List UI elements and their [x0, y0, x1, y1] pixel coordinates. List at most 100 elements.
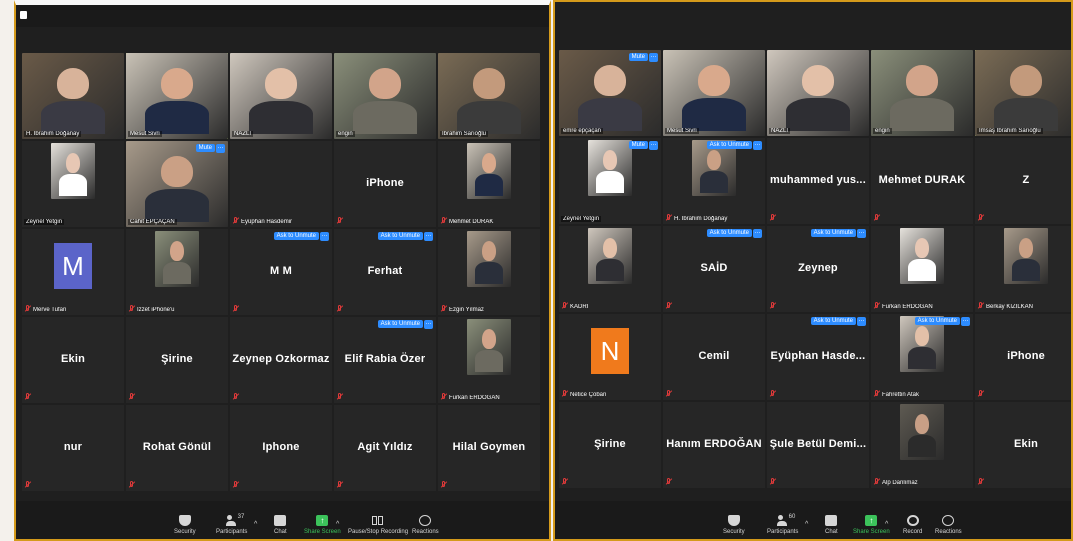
- participant-tile[interactable]: Cemil: [663, 314, 765, 400]
- ask-to-unmute-button[interactable]: Ask to Unmute: [706, 229, 752, 237]
- participant-tile[interactable]: Agit Yıldız: [334, 405, 436, 491]
- participant-display-name: Şirine: [161, 352, 193, 365]
- ask-to-unmute-button[interactable]: Ask to Unmute: [810, 229, 856, 237]
- ask-to-unmute-button[interactable]: Ask to Unmute: [914, 317, 960, 325]
- participant-tile[interactable]: Furkan ERDOĞAN: [871, 226, 973, 312]
- more-options-icon[interactable]: …: [753, 229, 762, 238]
- participant-tile[interactable]: Eyüphan Hasde... Ask to Unmute…: [767, 314, 869, 400]
- participant-tile[interactable]: İbrahim Sarıoğlu: [438, 53, 540, 139]
- more-options-icon[interactable]: …: [320, 232, 329, 241]
- participant-tile[interactable]: Zeynep Ozkormaz: [230, 317, 332, 403]
- participant-tile[interactable]: Rohat Gönül: [126, 405, 228, 491]
- participant-tile[interactable]: Ekin: [975, 402, 1071, 488]
- participant-tile[interactable]: Iphone: [230, 405, 332, 491]
- participant-name-label: İbrahim Sarıoğlu: [440, 131, 489, 137]
- participants-button[interactable]: 37 Participants: [216, 514, 247, 535]
- participant-video: [588, 228, 632, 284]
- more-options-icon[interactable]: …: [424, 320, 433, 329]
- security-button[interactable]: Security: [723, 515, 745, 535]
- chat-button[interactable]: Chat: [825, 515, 838, 535]
- muted-microphone-icon: [770, 302, 776, 309]
- participant-tile[interactable]: Ferhat Ask to Unmute…: [334, 229, 436, 315]
- muted-microphone-icon: [770, 390, 776, 397]
- participant-tile[interactable]: Z: [975, 138, 1071, 224]
- participants-icon: 37: [225, 514, 244, 526]
- participant-tile[interactable]: Mehmet DURAK: [438, 141, 540, 227]
- participant-tile[interactable]: N Netice Çoban: [559, 314, 661, 400]
- participant-tile[interactable]: Zeynel Yetgin: [22, 141, 124, 227]
- participant-tile[interactable]: Mehmet DURAK: [871, 138, 973, 224]
- participant-tile[interactable]: M M Ask to Unmute…: [230, 229, 332, 315]
- participant-name-label: emre epçaçan: [561, 128, 604, 134]
- participant-tile[interactable]: Şirine: [126, 317, 228, 403]
- participant-tile[interactable]: Mesut Sivri: [663, 50, 765, 136]
- participant-tile[interactable]: Hilal Goymen: [438, 405, 540, 491]
- muted-microphone-icon: [25, 481, 31, 488]
- participant-video: [126, 53, 228, 139]
- participant-tile[interactable]: Ezgin Yılmaz: [438, 229, 540, 315]
- participant-tile[interactable]: Şule Betül Demi...: [767, 402, 869, 488]
- participant-tile[interactable]: Hanım ERDOĞAN: [663, 402, 765, 488]
- pause-stop-recording-button[interactable]: Pause/Stop Recording: [348, 515, 408, 535]
- participant-name-label: NAZLI: [232, 131, 254, 137]
- more-options-icon[interactable]: …: [649, 141, 658, 150]
- participant-tile[interactable]: M Merve Tufan: [22, 229, 124, 315]
- participant-tile[interactable]: H. İbrahim Doğanay Ask to Unmute…: [663, 138, 765, 224]
- participant-tile[interactable]: Ekin: [22, 317, 124, 403]
- ask-to-unmute-button[interactable]: Ask to Unmute: [377, 320, 423, 328]
- participant-tile[interactable]: SAİD Ask to Unmute…: [663, 226, 765, 312]
- participant-tile[interactable]: Zeynep Ask to Unmute…: [767, 226, 869, 312]
- participant-tile[interactable]: engin: [334, 53, 436, 139]
- security-button[interactable]: Security: [174, 515, 196, 535]
- reactions-button[interactable]: Reactions: [935, 515, 962, 535]
- participant-tile[interactable]: Elif Rabia Özer Ask to Unmute…: [334, 317, 436, 403]
- participants-count: 37: [237, 514, 245, 520]
- more-options-icon[interactable]: …: [857, 229, 866, 238]
- participant-tile[interactable]: Fahrettin Atak Ask to Unmute…: [871, 314, 973, 400]
- participant-tile[interactable]: Eyüphan Hasdemir: [230, 141, 332, 227]
- participant-tile[interactable]: muhammed yus...: [767, 138, 869, 224]
- participant-tile[interactable]: KADRİ: [559, 226, 661, 312]
- gallery-grid-left: H. İbrahim Doğanay Mesut Sivri NAZLI engin İ…: [22, 53, 540, 491]
- more-options-icon[interactable]: …: [649, 53, 658, 62]
- more-options-icon[interactable]: …: [857, 317, 866, 326]
- participant-tile[interactable]: İzzet iPhone'u: [126, 229, 228, 315]
- participant-tile[interactable]: İmsaş İbrahim Sarıoğlu: [975, 50, 1071, 136]
- ask-to-unmute-button[interactable]: Ask to Unmute: [706, 141, 752, 149]
- participant-tile[interactable]: Zeynel Yetgin Mute…: [559, 138, 661, 224]
- ask-to-unmute-button[interactable]: Ask to Unmute: [377, 232, 423, 240]
- mute-button[interactable]: Mute: [195, 144, 215, 152]
- ask-to-unmute-button[interactable]: Ask to Unmute: [810, 317, 856, 325]
- mute-button[interactable]: Mute: [628, 53, 648, 61]
- participant-tile[interactable]: emre epçaçan Mute…: [559, 50, 661, 136]
- participant-tile[interactable]: Şirine: [559, 402, 661, 488]
- participant-tile[interactable]: NAZLI: [230, 53, 332, 139]
- participants-button[interactable]: 60 Participants: [767, 514, 798, 535]
- participant-tile[interactable]: Berkay KIZILKAN: [975, 226, 1071, 312]
- mute-button[interactable]: Mute: [628, 141, 648, 149]
- participant-video: [467, 143, 511, 199]
- participant-tile[interactable]: Mesut Sivri: [126, 53, 228, 139]
- more-options-icon[interactable]: …: [961, 317, 970, 326]
- muted-microphone-icon: [25, 393, 31, 400]
- participant-tile[interactable]: engin: [871, 50, 973, 136]
- shield-icon: [178, 515, 191, 526]
- participant-tile[interactable]: Cahit EPÇAÇAN Mute…: [126, 141, 228, 227]
- chat-button[interactable]: Chat: [274, 515, 287, 535]
- participant-display-name: Mehmet DURAK: [878, 173, 966, 186]
- app-menu-icon[interactable]: [20, 11, 27, 19]
- participant-tile[interactable]: NAZLI: [767, 50, 869, 136]
- more-options-icon[interactable]: …: [753, 141, 762, 150]
- record-button[interactable]: Record: [903, 515, 922, 535]
- participant-tile[interactable]: iPhone: [975, 314, 1071, 400]
- more-options-icon[interactable]: …: [216, 144, 225, 153]
- participant-tile[interactable]: H. İbrahim Doğanay: [22, 53, 124, 139]
- reactions-button[interactable]: Reactions: [412, 515, 439, 535]
- participant-name-label: Netice Çoban: [570, 392, 607, 398]
- participant-tile[interactable]: iPhone: [334, 141, 436, 227]
- participant-tile[interactable]: nur: [22, 405, 124, 491]
- ask-to-unmute-button[interactable]: Ask to Unmute: [273, 232, 319, 240]
- participant-tile[interactable]: Furkan ERDOĞAN: [438, 317, 540, 403]
- more-options-icon[interactable]: …: [424, 232, 433, 241]
- participant-tile[interactable]: Alp Danlımaz: [871, 402, 973, 488]
